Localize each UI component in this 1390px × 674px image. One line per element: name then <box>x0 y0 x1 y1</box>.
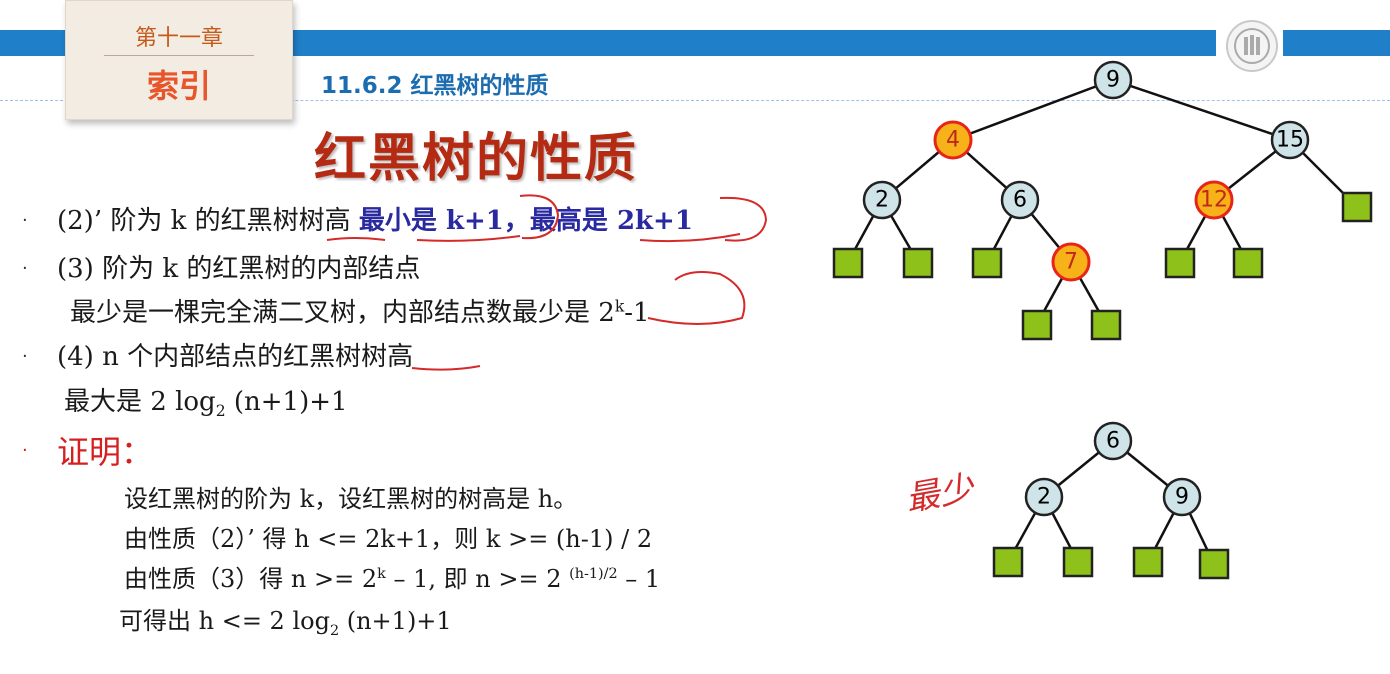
svg-text:9: 9 <box>1106 68 1120 93</box>
circle-mark <box>647 271 746 325</box>
underline-mark <box>416 235 521 242</box>
tree2-node-9: 9 <box>1162 477 1202 517</box>
tree-node-7: 7 <box>1051 242 1091 282</box>
tree2-nodes: 6 2 9 <box>1024 421 1202 517</box>
tree-node-2: 2 <box>862 180 902 220</box>
leaf-node <box>1198 548 1230 580</box>
svg-text:6: 6 <box>1013 188 1027 213</box>
tree2-node-6: 6 <box>1093 421 1133 461</box>
leaf-node <box>1132 546 1164 578</box>
tree-node-12: 12 <box>1194 180 1234 220</box>
tree1-edges <box>846 78 1357 325</box>
svg-text:6: 6 <box>1106 429 1120 454</box>
tree1-nodes: 9 4 15 2 6 12 7 <box>862 60 1310 282</box>
leaf-node <box>1341 191 1373 223</box>
leaf-node <box>971 247 1003 279</box>
tree-node-15: 15 <box>1270 120 1310 160</box>
leaf-node <box>1062 546 1094 578</box>
tree-node-9: 9 <box>1093 60 1133 100</box>
tree2-leaves <box>992 546 1230 580</box>
tree1-leaves <box>832 191 1373 341</box>
underline-mark <box>411 365 481 371</box>
svg-text:9: 9 <box>1175 485 1189 510</box>
svg-text:2: 2 <box>1037 485 1051 510</box>
circle-mark <box>519 194 560 240</box>
tree2-node-2: 2 <box>1024 477 1064 517</box>
leaf-node <box>1021 309 1053 341</box>
leaf-node <box>1164 247 1196 279</box>
svg-text:12: 12 <box>1200 188 1228 213</box>
underline-mark <box>326 237 386 241</box>
leaf-node <box>1090 309 1122 341</box>
leaf-node <box>832 247 864 279</box>
ink-marks <box>326 194 768 371</box>
tree-node-6: 6 <box>1000 180 1040 220</box>
leaf-node <box>992 546 1024 578</box>
svg-text:7: 7 <box>1064 250 1078 275</box>
svg-text:2: 2 <box>875 188 889 213</box>
svg-text:15: 15 <box>1276 128 1304 153</box>
leaf-node <box>1232 247 1264 279</box>
tree-diagrams: 9 4 15 2 6 12 7 6 2 9 <box>326 60 1373 580</box>
circle-mark <box>719 196 768 242</box>
tree-node-4: 4 <box>933 120 973 160</box>
svg-text:4: 4 <box>946 128 960 153</box>
leaf-node <box>902 247 934 279</box>
